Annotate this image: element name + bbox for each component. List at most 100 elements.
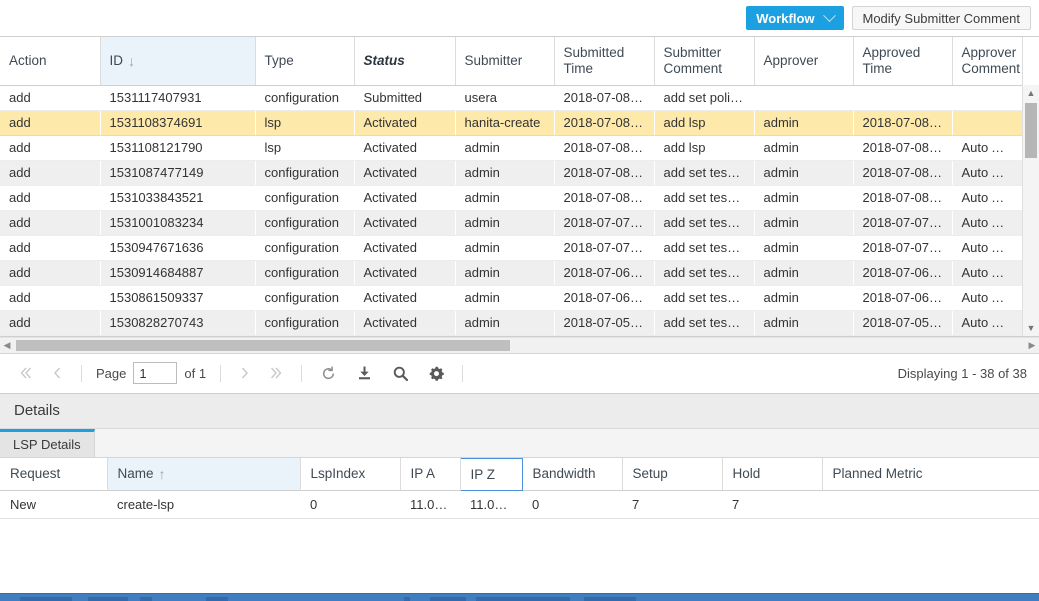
grid-column-header-label: Approver Comment xyxy=(962,45,1021,76)
pager-divider-4 xyxy=(462,365,463,382)
cell-id: 1530947671636 xyxy=(100,235,255,260)
details-column-header[interactable]: IP Z xyxy=(460,458,522,490)
details-cell-ip-z: 11.0… xyxy=(460,490,522,518)
grid-column-header[interactable]: Action xyxy=(0,37,100,85)
details-column-header-label: Planned Metric xyxy=(833,466,923,481)
details-cell-bandwidth: 0 xyxy=(522,490,622,518)
details-column-header-label: IP Z xyxy=(471,467,496,482)
table-row[interactable]: add1530947671636configurationActivatedad… xyxy=(0,235,1022,260)
cell-action: add xyxy=(0,160,100,185)
page-total-label: of 1 xyxy=(179,366,211,381)
grid-column-header[interactable]: Submitter xyxy=(455,37,554,85)
cell-approver-comment xyxy=(952,110,1022,135)
first-page-button[interactable] xyxy=(10,359,40,387)
horizontal-scroll-thumb[interactable] xyxy=(16,340,510,351)
table-row[interactable]: add1531108374691lspActivatedhanita-creat… xyxy=(0,110,1022,135)
cell-submitted-time: 2018-07-08… xyxy=(554,85,654,110)
cell-approver: admin xyxy=(754,260,853,285)
table-row[interactable]: add1531117407931configurationSubmittedus… xyxy=(0,85,1022,110)
last-page-button[interactable] xyxy=(262,359,292,387)
details-column-header[interactable]: IP A xyxy=(400,458,460,490)
grid-column-header[interactable]: Type xyxy=(255,37,354,85)
grid-column-header[interactable]: Approver Comment xyxy=(952,37,1022,85)
next-page-button[interactable] xyxy=(230,359,260,387)
details-table-row[interactable]: Newcreate-lsp011.0…11.0…077 xyxy=(0,490,1039,518)
details-cell-setup: 7 xyxy=(622,490,722,518)
vertical-scroll-thumb[interactable] xyxy=(1025,103,1037,158)
grid-column-header-label: Type xyxy=(265,53,294,68)
cell-id: 1531108121790 xyxy=(100,135,255,160)
search-icon[interactable] xyxy=(383,359,417,387)
details-column-header[interactable]: Setup xyxy=(622,458,722,490)
cell-submitter-comment: add set poli… xyxy=(654,85,754,110)
cell-status: Activated xyxy=(354,135,455,160)
cell-submitter-comment: add set tes… xyxy=(654,160,754,185)
grid-column-header[interactable]: Submitted Time xyxy=(554,37,654,85)
table-row[interactable]: add1530828270743configurationActivatedad… xyxy=(0,310,1022,335)
pagination-status: Displaying 1 - 38 of 38 xyxy=(898,366,1027,381)
cell-submitter-comment: add set tes… xyxy=(654,310,754,335)
table-row[interactable]: add1531033843521configurationActivatedad… xyxy=(0,185,1022,210)
cell-approver: admin xyxy=(754,210,853,235)
cell-action: add xyxy=(0,135,100,160)
cell-approver-comment: Auto Appro… xyxy=(952,210,1022,235)
cell-id: 1530828270743 xyxy=(100,310,255,335)
cell-type: configuration xyxy=(255,185,354,210)
cell-type: configuration xyxy=(255,260,354,285)
cell-submitted-time: 2018-07-06… xyxy=(554,260,654,285)
details-column-header[interactable]: Hold xyxy=(722,458,822,490)
scroll-down-icon[interactable]: ▼ xyxy=(1023,320,1039,336)
grid-column-header[interactable]: Submitter Comment xyxy=(654,37,754,85)
grid-column-header[interactable]: Status xyxy=(354,37,455,85)
cell-submitted-time: 2018-07-08… xyxy=(554,185,654,210)
grid-horizontal-scrollbar[interactable]: ◀ ▶ xyxy=(0,337,1039,354)
refresh-icon[interactable] xyxy=(311,359,345,387)
scroll-up-icon[interactable]: ▲ xyxy=(1023,85,1039,101)
table-row[interactable]: add1531001083234configurationActivatedad… xyxy=(0,210,1022,235)
gear-icon[interactable] xyxy=(419,359,453,387)
workflow-grid-header: ActionID↓ Type StatusSubmitter Submitted Ti… xyxy=(0,37,1022,85)
cell-id: 1530861509337 xyxy=(100,285,255,310)
details-grid-table: RequestName↑LspIndexIP A IP Z Bandwidth Set… xyxy=(0,458,1039,519)
cell-approved-time: 2018-07-08… xyxy=(853,185,952,210)
details-column-header[interactable]: LspIndex xyxy=(300,458,400,490)
details-column-header[interactable]: Request xyxy=(0,458,107,490)
download-icon[interactable] xyxy=(347,359,381,387)
details-column-header-label: Setup xyxy=(633,466,668,481)
tab-lsp-details[interactable]: LSP Details xyxy=(0,429,95,457)
scroll-left-icon[interactable]: ◀ xyxy=(0,340,14,351)
cell-approver-comment: Auto Appro… xyxy=(952,310,1022,335)
cell-approver: admin xyxy=(754,135,853,160)
cell-submitted-time: 2018-07-06… xyxy=(554,285,654,310)
details-column-header[interactable]: Planned Metric xyxy=(822,458,1039,490)
grid-column-header[interactable]: ID↓ xyxy=(100,37,255,85)
cell-type: configuration xyxy=(255,235,354,260)
cell-approver: admin xyxy=(754,110,853,135)
details-column-header-label: Hold xyxy=(733,466,761,481)
cell-submitter: admin xyxy=(455,310,554,335)
table-row[interactable]: add1530914684887configurationActivatedad… xyxy=(0,260,1022,285)
cell-submitter: admin xyxy=(455,235,554,260)
bottom-taskbar-strip xyxy=(0,593,1039,601)
workflow-button[interactable]: Workflow xyxy=(746,6,843,30)
cell-type: configuration xyxy=(255,210,354,235)
grid-column-header[interactable]: Approver xyxy=(754,37,853,85)
grid-column-header-label: Submitted Time xyxy=(564,45,625,76)
cell-action: add xyxy=(0,310,100,335)
cell-approver-comment: Auto Appro… xyxy=(952,135,1022,160)
grid-vertical-scrollbar[interactable]: ▲ ▼ xyxy=(1022,85,1039,336)
details-column-header[interactable]: Bandwidth xyxy=(522,458,622,490)
scroll-right-icon[interactable]: ▶ xyxy=(1025,340,1039,351)
cell-status: Activated xyxy=(354,110,455,135)
details-column-header[interactable]: Name↑ xyxy=(107,458,300,490)
modify-submitter-comment-button[interactable]: Modify Submitter Comment xyxy=(852,6,1032,30)
previous-page-button[interactable] xyxy=(42,359,72,387)
workflow-grid-header-row: ActionID↓ Type StatusSubmitter Submitted Ti… xyxy=(0,37,1022,85)
cell-submitter: admin xyxy=(455,135,554,160)
page-number-input[interactable] xyxy=(133,362,177,384)
table-row[interactable]: add1530861509337configurationActivatedad… xyxy=(0,285,1022,310)
cell-approver-comment: Auto Appro… xyxy=(952,185,1022,210)
table-row[interactable]: add1531108121790lspActivatedadmin2018-07… xyxy=(0,135,1022,160)
table-row[interactable]: add1531087477149configurationActivatedad… xyxy=(0,160,1022,185)
grid-column-header[interactable]: Approved Time xyxy=(853,37,952,85)
